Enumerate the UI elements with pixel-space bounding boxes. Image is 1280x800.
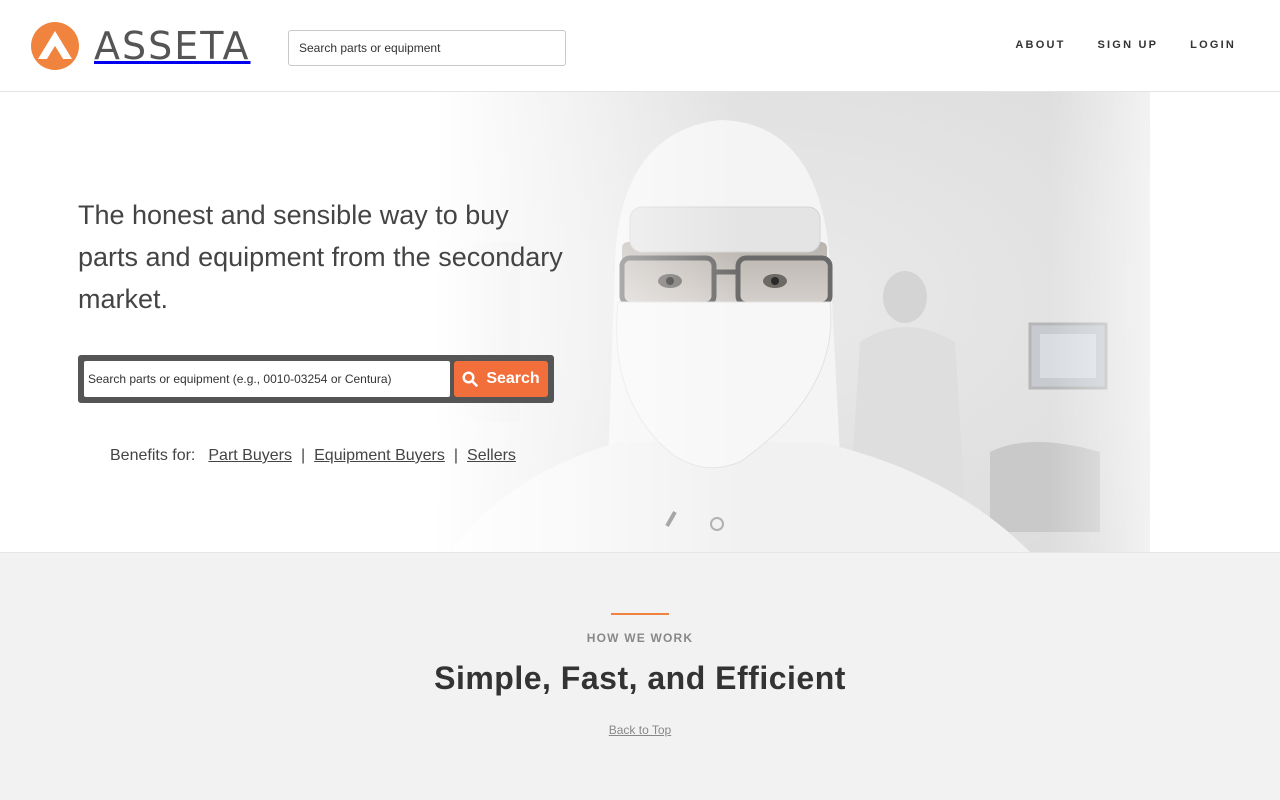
back-to-top-link[interactable]: Back to Top <box>609 723 671 737</box>
benefits-links: Benefits for: Part Buyers | Equipment Bu… <box>110 447 516 465</box>
search-button[interactable]: Search <box>454 361 548 397</box>
asseta-logo-icon <box>30 21 80 71</box>
section-accent-rule <box>611 613 669 615</box>
nav-login[interactable]: LOGIN <box>1190 39 1236 51</box>
section-title: Simple, Fast, and Efficient <box>434 660 846 696</box>
section-kicker: HOW WE WORK <box>586 631 694 645</box>
nav-sign-up[interactable]: SIGN UP <box>1098 39 1159 51</box>
logo-link[interactable]: ASSETA <box>30 20 270 72</box>
main-nav: ABOUT SIGN UP LOGIN <box>1015 39 1236 51</box>
hero-search-box: Search <box>78 355 554 403</box>
hero-search-input[interactable] <box>84 361 450 397</box>
benefits-label: Benefits for: <box>110 447 196 464</box>
benefits-separator: | <box>453 447 459 464</box>
brand-name: ASSETA <box>94 24 251 68</box>
hero-section: The honest and sensible way to buy parts… <box>0 92 1280 552</box>
hero-fade-overlay <box>0 92 1280 552</box>
benefits-separator: | <box>300 447 306 464</box>
search-button-label: Search <box>486 370 540 387</box>
benefits-part-buyers-link[interactable]: Part Buyers <box>208 447 292 465</box>
search-icon <box>462 371 479 387</box>
site-header: ASSETA ABOUT SIGN UP LOGIN <box>0 0 1280 92</box>
back-to-top-container: Back to Top <box>0 723 1280 737</box>
header-search-input[interactable] <box>288 30 566 66</box>
how-we-work-section: HOW WE WORK Simple, Fast, and Efficient … <box>0 552 1280 800</box>
hero-headline: The honest and sensible way to buy parts… <box>78 200 563 314</box>
benefits-sellers-link[interactable]: Sellers <box>467 447 516 465</box>
nav-about[interactable]: ABOUT <box>1015 39 1065 51</box>
benefits-equipment-buyers-link[interactable]: Equipment Buyers <box>314 447 445 465</box>
